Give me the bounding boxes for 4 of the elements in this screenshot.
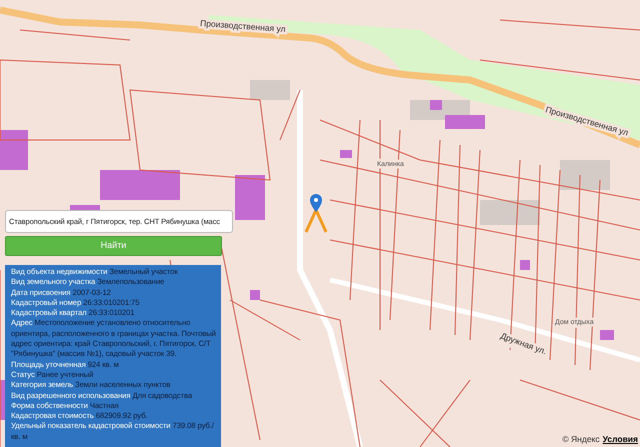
map-attribution: © Яндекс: [562, 433, 600, 446]
map-pin-icon[interactable]: [304, 194, 328, 233]
terms-link[interactable]: Условия: [602, 433, 638, 446]
street-label: Производственная ул: [200, 18, 286, 34]
